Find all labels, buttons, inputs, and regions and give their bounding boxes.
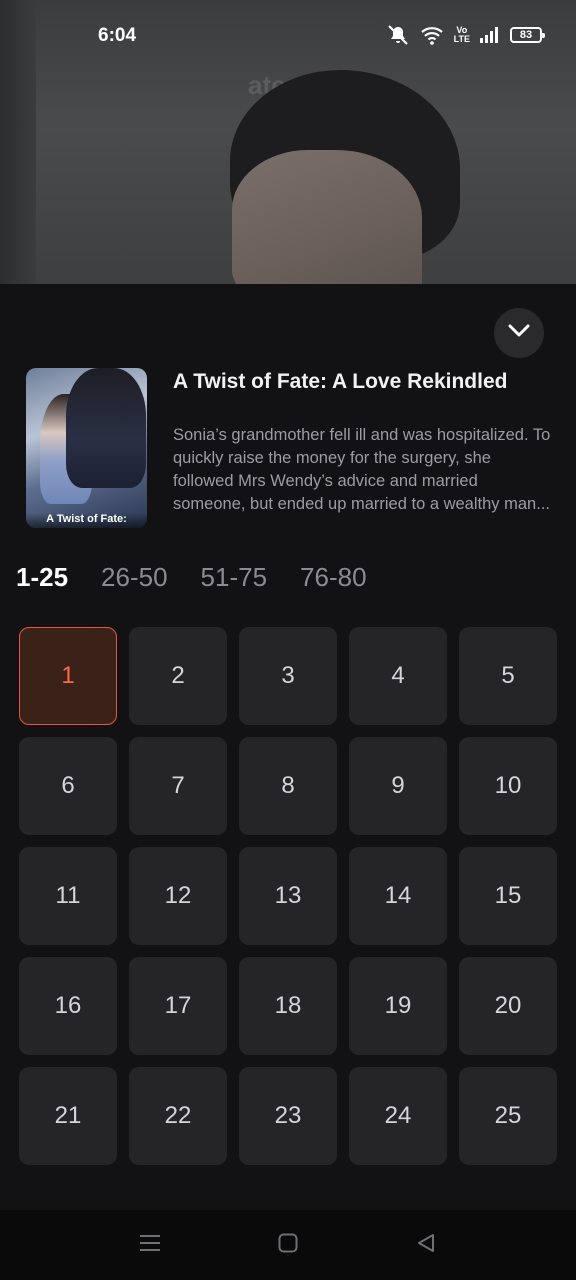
episode-sheet: A Twist of Fate: A Twist of Fate: A Love… [0,284,576,1210]
tab-range-26-50[interactable]: 26-50 [101,562,168,593]
episode-button[interactable]: 24 [349,1067,447,1165]
tab-range-51-75[interactable]: 51-75 [201,562,268,593]
range-tabs: 1-25 26-50 51-75 76-80 [16,562,367,593]
chevron-down-icon [508,324,530,343]
nav-back-button[interactable] [414,1233,438,1257]
home-square-icon [278,1233,298,1258]
episode-button[interactable]: 5 [459,627,557,725]
episode-button[interactable]: 19 [349,957,447,1055]
episode-button[interactable]: 17 [129,957,227,1055]
nav-menu-button[interactable] [138,1233,162,1257]
battery-icon: 83 [510,27,545,43]
nav-home-button[interactable] [276,1233,300,1257]
system-nav-bar [0,1210,576,1280]
episode-button[interactable]: 6 [19,737,117,835]
episode-button[interactable]: 3 [239,627,337,725]
episode-button[interactable]: 22 [129,1067,227,1165]
volte-icon: Vo LTE [453,25,470,44]
episode-button[interactable]: 13 [239,847,337,945]
mute-icon [386,24,410,46]
episode-button[interactable]: 1 [19,627,117,725]
episode-button[interactable]: 15 [459,847,557,945]
episode-button[interactable]: 16 [19,957,117,1055]
show-poster[interactable]: A Twist of Fate: [26,368,147,528]
episode-button[interactable]: 12 [129,847,227,945]
episode-button[interactable]: 10 [459,737,557,835]
episode-button[interactable]: 7 [129,737,227,835]
episode-button[interactable]: 18 [239,957,337,1055]
episode-button[interactable]: 25 [459,1067,557,1165]
episode-button[interactable]: 21 [19,1067,117,1165]
wifi-icon [420,25,444,45]
episode-button[interactable]: 2 [129,627,227,725]
episode-button[interactable]: 20 [459,957,557,1055]
tab-range-76-80[interactable]: 76-80 [300,562,367,593]
tab-range-1-25[interactable]: 1-25 [16,562,68,593]
episode-button[interactable]: 11 [19,847,117,945]
poster-figure-man [66,368,146,488]
episode-button[interactable]: 23 [239,1067,337,1165]
show-title: A Twist of Fate: A Love Rekindled [173,370,508,393]
collapse-button[interactable] [494,308,544,358]
episode-button[interactable]: 4 [349,627,447,725]
status-icons: Vo LTE 83 [386,24,545,46]
status-bar: 6:04 Vo LTE 83 [0,0,576,72]
episode-button[interactable]: 14 [349,847,447,945]
status-time: 6:04 [98,25,137,46]
episode-grid: 1 2 3 4 5 6 7 8 9 10 11 12 13 14 15 16 1… [19,627,557,1165]
episode-button[interactable]: 8 [239,737,337,835]
screen: ate: A 6:04 VoLTE [0,0,576,1280]
signal-icon [480,27,500,43]
menu-icon [139,1233,161,1258]
poster-caption: A Twist of Fate: [26,513,147,528]
episode-button[interactable]: 9 [349,737,447,835]
battery-level: 83 [519,29,533,41]
show-description[interactable]: Sonia’s grandmother fell ill and was hos… [173,424,551,516]
back-triangle-icon [416,1233,436,1258]
background-person-face [232,150,422,284]
